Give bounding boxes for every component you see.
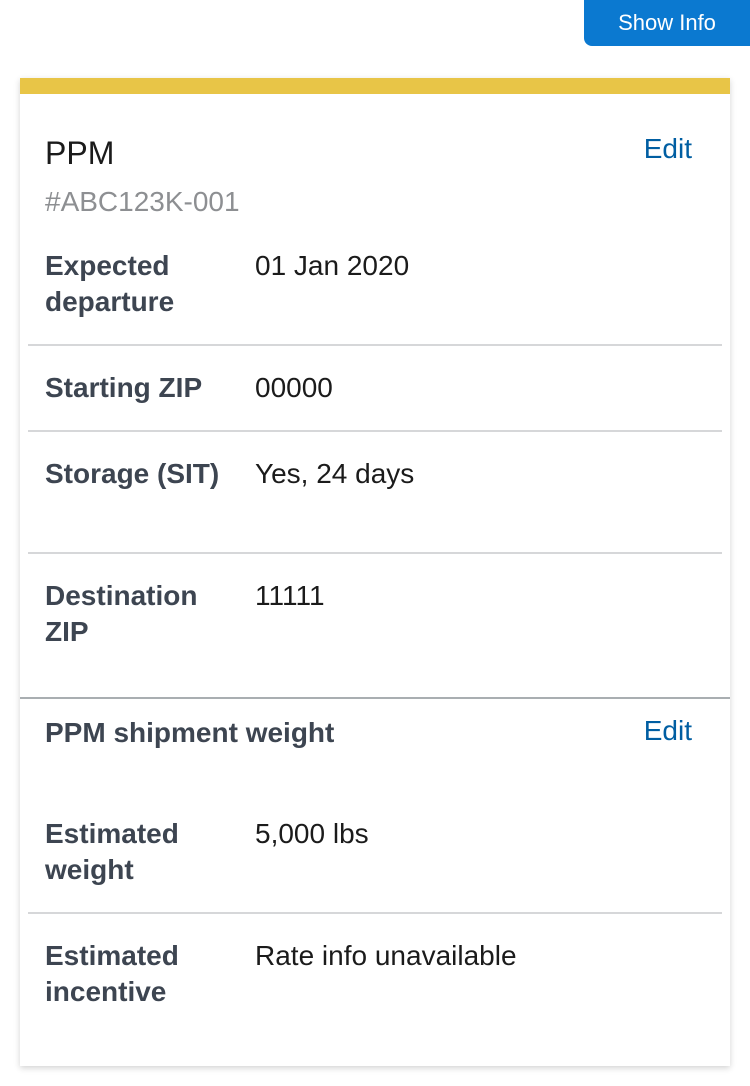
- shipment-card: PPM #ABC123K-001 Edit Expected departure…: [20, 78, 730, 1066]
- detail-row-starting-zip: Starting ZIP 00000: [28, 346, 722, 432]
- detail-value: 11111: [255, 580, 325, 611]
- detail-value: 01 Jan 2020: [255, 250, 410, 281]
- weight-section-title: PPM shipment weight: [45, 717, 335, 748]
- section-divider: [20, 697, 730, 699]
- detail-label: Storage (SIT): [45, 458, 220, 489]
- detail-value: Yes, 24 days: [255, 458, 415, 489]
- detail-row-estimated-weight: Estimated weight 5,000 lbs: [28, 794, 722, 914]
- detail-value: Rate info unavailable: [255, 940, 517, 971]
- detail-value: 00000: [255, 372, 333, 403]
- shipment-title: PPM: [45, 135, 115, 171]
- detail-row-destination-zip: Destination ZIP 11111: [28, 554, 722, 697]
- show-info-button[interactable]: Show Info: [584, 0, 750, 46]
- detail-value: 5,000 lbs: [255, 818, 369, 849]
- detail-row-storage: Storage (SIT) Yes, 24 days: [28, 432, 722, 554]
- detail-label: Starting ZIP: [45, 372, 203, 403]
- detail-label: Estimated incentive: [45, 940, 179, 1007]
- shipment-id: #ABC123K-001: [45, 186, 240, 217]
- detail-label: Destination ZIP: [45, 580, 198, 647]
- detail-row-estimated-incentive: Estimated incentive Rate info unavailabl…: [28, 914, 722, 1034]
- detail-label: Expected departure: [45, 250, 175, 317]
- edit-weight-link[interactable]: Edit: [644, 713, 692, 749]
- edit-shipment-link[interactable]: Edit: [644, 131, 692, 167]
- shipment-status-bar: [20, 78, 730, 94]
- detail-label: Estimated weight: [45, 818, 179, 885]
- detail-row-expected-departure: Expected departure 01 Jan 2020: [28, 248, 722, 346]
